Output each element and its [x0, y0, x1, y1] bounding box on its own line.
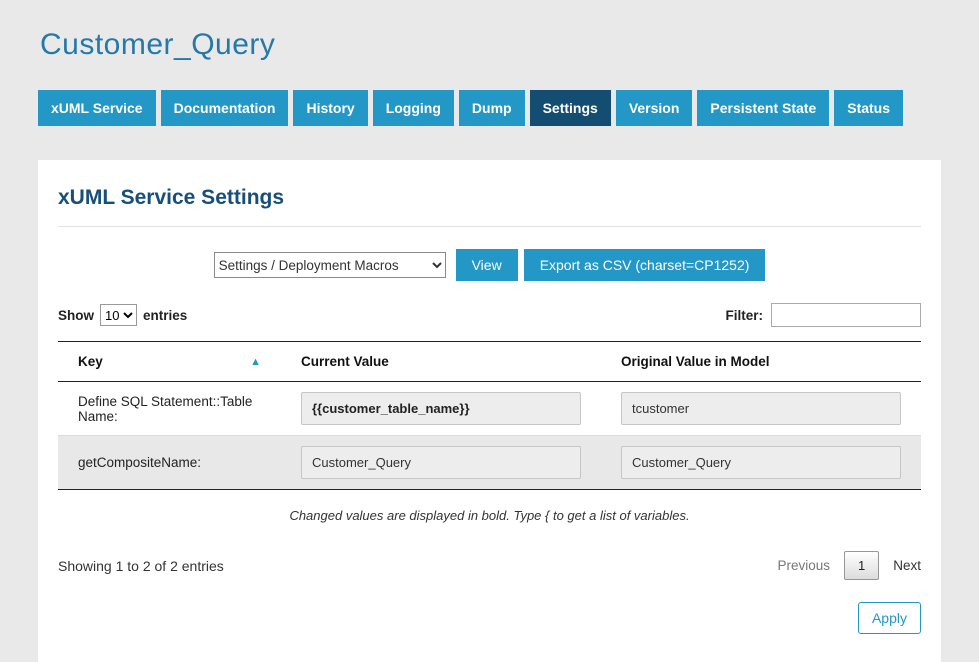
current-value-input[interactable]: [301, 392, 581, 425]
tab-dump[interactable]: Dump: [459, 90, 525, 126]
filter-wrap: Filter:: [725, 303, 921, 327]
table-row: getCompositeName:: [58, 436, 921, 490]
settings-table: Key ▲ Current Value Original Value in Mo…: [58, 341, 921, 490]
apply-row: Apply: [58, 602, 921, 634]
original-value-field: [621, 446, 901, 479]
tab-xuml-service[interactable]: xUML Service: [38, 90, 156, 126]
page-length-select[interactable]: 10: [100, 304, 137, 326]
tab-documentation[interactable]: Documentation: [161, 90, 289, 126]
original-value-field: [621, 392, 901, 425]
table-top-row: Show 10 entries Filter:: [58, 303, 921, 327]
filter-label: Filter:: [725, 308, 763, 323]
column-header-key[interactable]: Key ▲: [58, 342, 281, 382]
tab-status[interactable]: Status: [834, 90, 903, 126]
sort-ascending-icon[interactable]: ▲: [250, 356, 261, 368]
macro-type-select[interactable]: Settings / Deployment Macros: [214, 252, 446, 278]
table-header-row: Key ▲ Current Value Original Value in Mo…: [58, 342, 921, 382]
pagination-previous[interactable]: Previous: [777, 558, 830, 573]
export-csv-button[interactable]: Export as CSV (charset=CP1252): [524, 249, 766, 281]
table-footer: Showing 1 to 2 of 2 entries Previous 1 N…: [58, 551, 921, 580]
show-entries-suffix: entries: [143, 308, 187, 323]
pagination: Previous 1 Next: [777, 551, 921, 580]
show-entries-prefix: Show: [58, 308, 94, 323]
tab-persistent-state[interactable]: Persistent State: [697, 90, 829, 126]
table-row: Define SQL Statement::Table Name:: [58, 382, 921, 436]
page: Customer_Query xUML Service Documentatio…: [0, 0, 979, 662]
view-button[interactable]: View: [456, 249, 518, 281]
show-entries: Show 10 entries: [58, 304, 187, 326]
apply-button[interactable]: Apply: [858, 602, 921, 634]
tab-logging[interactable]: Logging: [373, 90, 454, 126]
current-value-input[interactable]: [301, 446, 581, 479]
row-key-label: getCompositeName:: [58, 436, 281, 490]
row-key-label: Define SQL Statement::Table Name:: [58, 382, 281, 436]
tab-bar: xUML Service Documentation History Loggi…: [38, 90, 941, 126]
macro-controls-row: Settings / Deployment Macros View Export…: [58, 249, 921, 281]
page-title: Customer_Query: [40, 28, 941, 62]
pagination-next[interactable]: Next: [893, 558, 921, 573]
column-header-original-value[interactable]: Original Value in Model: [601, 342, 921, 382]
column-header-key-label: Key: [78, 354, 103, 369]
bold-values-note: Changed values are displayed in bold. Ty…: [58, 508, 921, 523]
tab-history[interactable]: History: [293, 90, 367, 126]
showing-entries-text: Showing 1 to 2 of 2 entries: [58, 558, 224, 574]
column-header-current-value[interactable]: Current Value: [281, 342, 601, 382]
filter-input[interactable]: [771, 303, 921, 327]
tab-settings[interactable]: Settings: [530, 90, 611, 126]
tab-version[interactable]: Version: [616, 90, 693, 126]
settings-card: xUML Service Settings Settings / Deploym…: [38, 160, 941, 662]
card-heading: xUML Service Settings: [58, 186, 921, 227]
pagination-page-1[interactable]: 1: [844, 551, 879, 580]
